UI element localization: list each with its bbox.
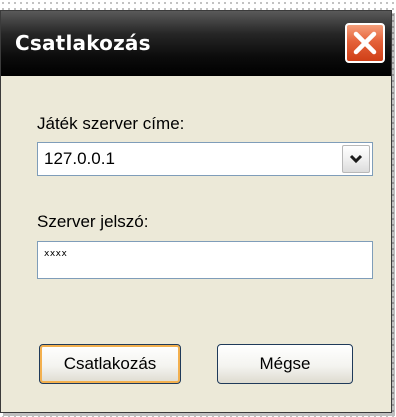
server-address-combobox[interactable]: 127.0.0.1 xyxy=(37,142,373,176)
server-password-field[interactable]: xxxx xyxy=(37,241,373,279)
close-icon xyxy=(353,31,377,55)
connect-dialog: Csatlakozás Játék szerver címe: 127.0.0.… xyxy=(0,10,392,413)
cancel-button[interactable]: Mégse xyxy=(217,344,353,384)
title-bar[interactable]: Csatlakozás xyxy=(1,11,391,76)
server-password-value[interactable]: xxxx xyxy=(44,249,67,259)
close-button[interactable] xyxy=(345,23,385,63)
connect-button[interactable]: Csatlakozás xyxy=(39,344,181,384)
server-password-label: Szerver jelszó: xyxy=(37,212,149,231)
server-address-value[interactable]: 127.0.0.1 xyxy=(44,149,115,169)
server-address-label: Játék szerver címe: xyxy=(37,114,185,133)
chevron-down-icon xyxy=(349,154,363,164)
server-address-dropdown-button[interactable] xyxy=(342,145,370,173)
dialog-title: Csatlakozás xyxy=(15,31,151,55)
dialog-body: Játék szerver címe: 127.0.0.1 Szerver je… xyxy=(1,76,391,412)
